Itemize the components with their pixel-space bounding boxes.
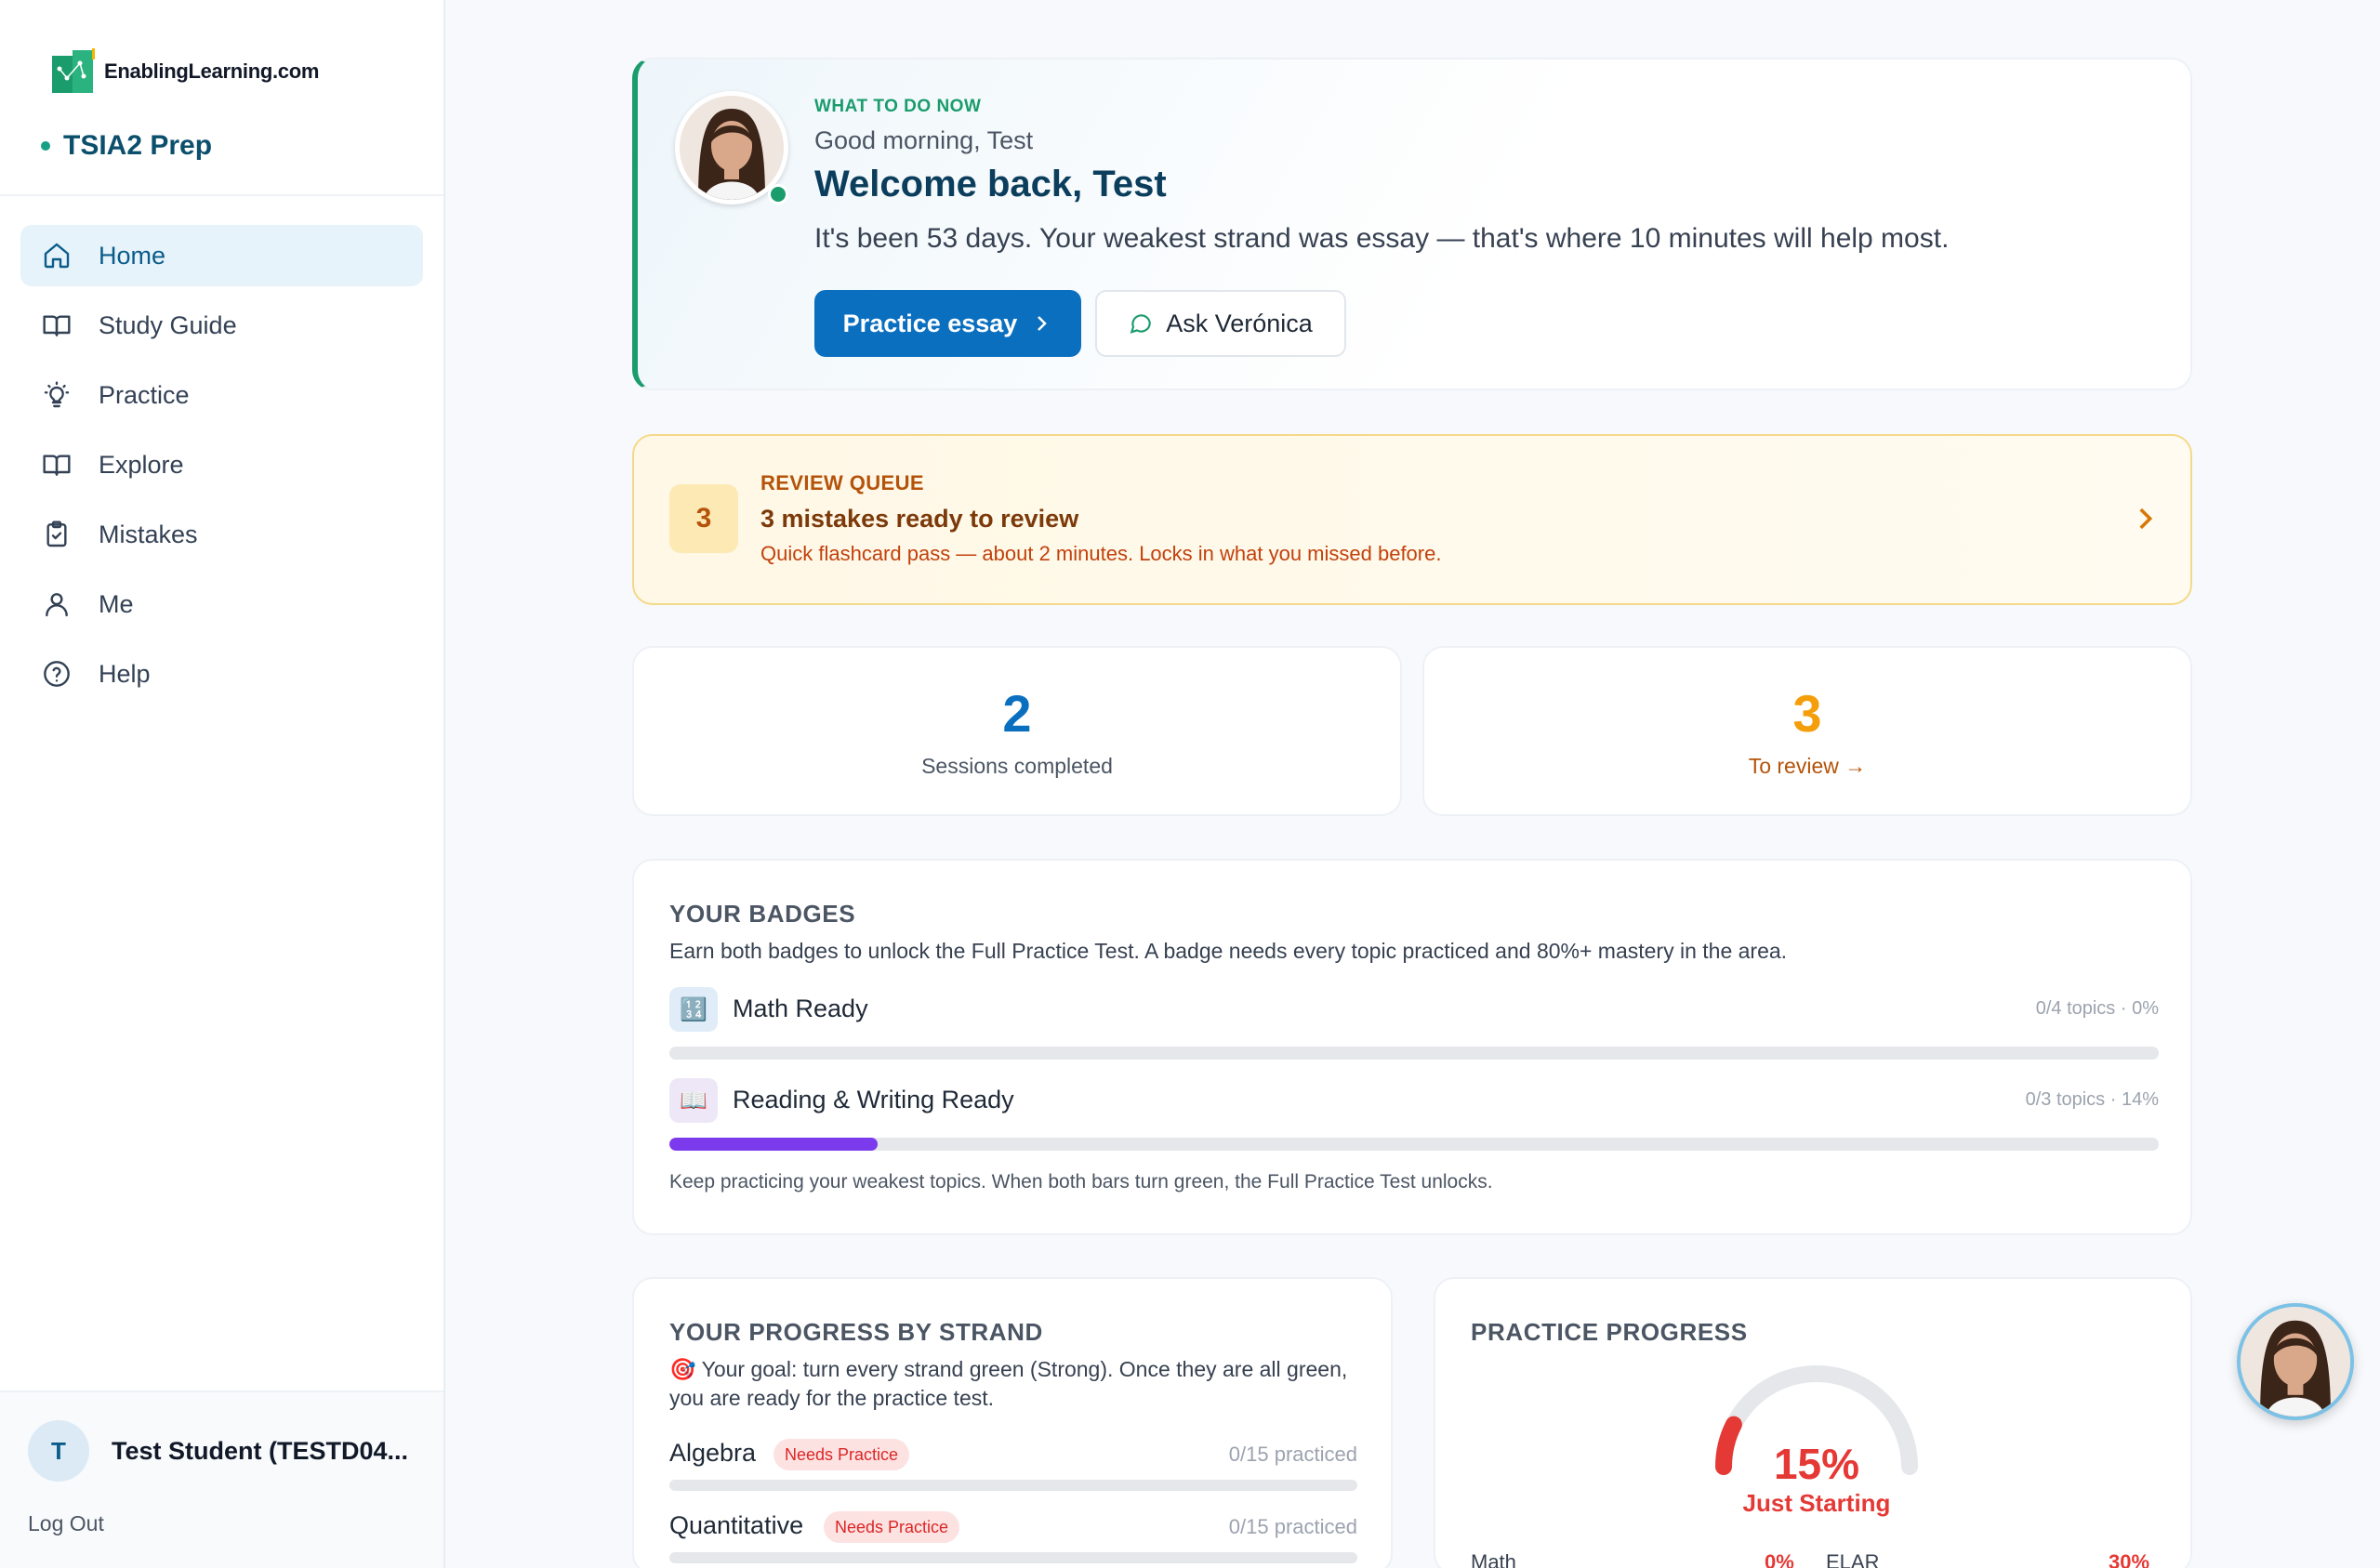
strand-progress-bar — [669, 1480, 1357, 1491]
review-queue-card[interactable]: 3 REVIEW QUEUE 3 mistakes ready to revie… — [632, 434, 2192, 605]
practice-essay-button[interactable]: Practice essay — [814, 290, 1081, 357]
sidebar-item-label: Me — [99, 589, 134, 618]
ask-coach-button[interactable]: Ask Verónica — [1095, 290, 1346, 357]
sidebar-item-label: Explore — [99, 450, 184, 479]
strand-goal: 🎯 Your goal: turn every strand green (St… — [669, 1357, 1348, 1410]
gauge-percent: 15% — [1773, 1440, 1860, 1488]
review-subtitle: Quick flashcard pass — about 2 minutes. … — [760, 542, 1442, 565]
practice-progress-card: PRACTICE PROGRESS 15% Just Starting Math… — [1434, 1277, 2192, 1568]
badges-title: YOUR BADGES — [669, 900, 856, 928]
lightbulb-icon — [41, 379, 73, 411]
breakdown-math-value: 0% — [1765, 1550, 1794, 1568]
to-review-card[interactable]: 3 To review → — [1422, 646, 2192, 816]
button-label: Practice essay — [842, 309, 1018, 337]
avatar[interactable]: T — [28, 1420, 89, 1482]
button-label: Ask Verónica — [1166, 309, 1313, 337]
sidebar-item-label: Home — [99, 241, 166, 270]
logout-link[interactable]: Log Out — [28, 1511, 104, 1536]
badge-progress-bar — [669, 1047, 2159, 1060]
strand-row-algebra[interactable]: Algebra Needs Practice 0/15 practiced — [669, 1439, 1357, 1495]
sidebar-item-home[interactable]: Home — [20, 225, 423, 286]
strand-row-quantitative[interactable]: Quantitative Needs Practice 0/15 practic… — [669, 1511, 1357, 1567]
status-badge: Needs Practice — [774, 1439, 910, 1470]
review-title: 3 mistakes ready to review — [760, 505, 1079, 533]
badges-subtitle: Earn both badges to unlock the Full Prac… — [669, 939, 1788, 963]
review-eyebrow: REVIEW QUEUE — [760, 471, 924, 494]
badges-card: YOUR BADGES Earn both badges to unlock t… — [632, 859, 2192, 1235]
product-name: TSIA2 Prep — [41, 130, 212, 162]
badge-progress-bar — [669, 1138, 2159, 1151]
badge-name: Reading & Writing Ready — [733, 1086, 1014, 1113]
chevron-right-icon — [1038, 316, 1048, 331]
user-icon — [41, 588, 73, 620]
book-open-icon — [41, 310, 73, 341]
book-open-icon — [41, 449, 73, 481]
sidebar-item-label: Help — [99, 659, 151, 688]
breakdown-elar-value: 30% — [2109, 1550, 2150, 1568]
badges-note: Keep practicing your weakest topics. Whe… — [669, 1171, 1493, 1192]
strand-progress-bar — [669, 1552, 1357, 1563]
sidebar-item-label: Mistakes — [99, 520, 198, 548]
sidebar-item-study-guide[interactable]: Study Guide — [20, 295, 423, 356]
badge-meta: 0/4 topics · 0% — [2035, 998, 2159, 1019]
strand-name: Algebra — [669, 1439, 757, 1467]
logo-text: EnablingLearning.com — [104, 59, 320, 83]
badge-meta: 0/3 topics · 14% — [2025, 1089, 2159, 1110]
greeting-text: Good morning, Test — [814, 126, 1034, 154]
sidebar-item-help[interactable]: Help — [20, 643, 423, 705]
breakdown-math-label: Math — [1471, 1550, 1516, 1568]
welcome-message: It's been 53 days. Your weakest strand w… — [814, 223, 1950, 254]
badge-name: Math Ready — [733, 995, 868, 1022]
gauge-label: Just Starting — [1742, 1489, 1891, 1517]
strand-progress-card: YOUR PROGRESS BY STRAND 🎯 Your goal: tur… — [632, 1277, 1393, 1568]
sessions-completed-card: 2 Sessions completed — [632, 646, 1402, 816]
online-status-icon — [768, 184, 788, 204]
sidebar: EnablingLearning.com TSIA2 Prep Home Stu… — [0, 0, 445, 1568]
sidebar-item-mistakes[interactable]: Mistakes — [20, 504, 423, 565]
sidebar-item-label: Study Guide — [99, 310, 237, 339]
coach-avatar-icon — [2241, 1307, 2350, 1416]
strand-meta: 0/15 practiced — [1228, 1443, 1357, 1466]
chevron-right-icon[interactable] — [2129, 503, 2161, 534]
user-name[interactable]: Test Student (TESTD04... — [112, 1437, 428, 1466]
brand-logo[interactable]: EnablingLearning.com — [48, 46, 319, 97]
book-icon: 📖 — [669, 1078, 718, 1123]
sidebar-item-label: Practice — [99, 380, 190, 409]
badge-math-ready: 🔢 Math Ready 0/4 topics · 0% — [669, 987, 2159, 1061]
stat-value: 2 — [1002, 684, 1032, 743]
stat-label: Sessions completed — [921, 754, 1113, 778]
numbers-icon: 🔢 — [669, 987, 718, 1032]
product-dot-icon — [41, 141, 50, 151]
status-badge: Needs Practice — [824, 1511, 960, 1543]
breakdown-elar-label: ELAR — [1826, 1550, 1880, 1568]
stat-value: 3 — [1792, 684, 1822, 743]
sidebar-item-me[interactable]: Me — [20, 573, 423, 635]
welcome-title: Welcome back, Test — [814, 164, 1167, 204]
badge-progress-fill — [669, 1138, 879, 1151]
welcome-eyebrow: WHAT TO DO NOW — [814, 97, 982, 116]
clipboard-check-icon — [41, 519, 73, 550]
home-icon — [41, 240, 73, 271]
strand-name: Quantitative — [669, 1511, 804, 1539]
to-review-link[interactable]: To review → — [1424, 754, 2190, 779]
sidebar-divider — [0, 194, 443, 196]
welcome-card: WHAT TO DO NOW Good morning, Test Welcom… — [632, 58, 2192, 390]
sidebar-nav: Home Study Guide Practice Explore Mistak… — [20, 225, 423, 713]
help-circle-icon — [41, 658, 73, 690]
strand-meta: 0/15 practiced — [1228, 1515, 1357, 1538]
sidebar-item-practice[interactable]: Practice — [20, 364, 423, 426]
review-count-badge: 3 — [669, 484, 738, 553]
coach-chat-button[interactable] — [2237, 1303, 2354, 1420]
sidebar-item-explore[interactable]: Explore — [20, 434, 423, 495]
practice-title: PRACTICE PROGRESS — [1471, 1318, 1748, 1346]
badge-reading-writing-ready: 📖 Reading & Writing Ready 0/3 topics · 1… — [669, 1078, 2159, 1153]
logo-icon — [48, 46, 102, 97]
strand-title: YOUR PROGRESS BY STRAND — [669, 1318, 1043, 1346]
chat-bubble-icon — [1130, 314, 1152, 334]
sidebar-footer: T Test Student (TESTD04... Log Out — [0, 1390, 443, 1568]
